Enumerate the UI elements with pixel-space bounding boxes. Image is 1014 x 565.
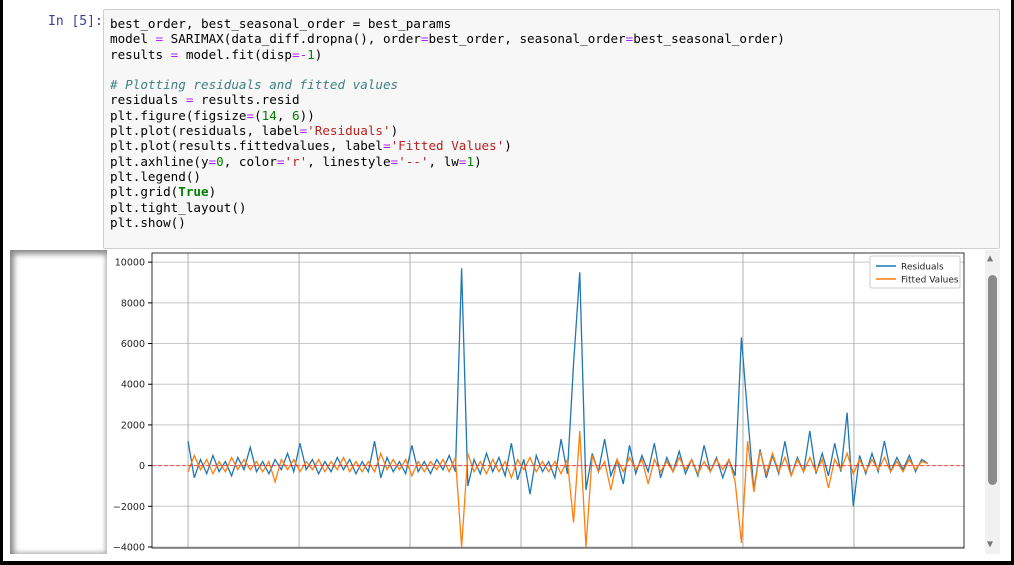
- code-token: True: [178, 184, 209, 200]
- code-token: =: [155, 31, 164, 47]
- code-token: best_order, best_seasonal_order: [110, 16, 353, 31]
- code-token: 0: [216, 153, 224, 169]
- code-token: plt.axhline(y: [110, 153, 209, 169]
- code-token: ): [208, 184, 217, 200]
- code-token: best_order, seasonal_order: [428, 31, 626, 47]
- y-tick-label: −4000: [113, 542, 145, 553]
- code-token: plt.figure(figsize: [110, 107, 247, 123]
- output-plot: 10000 8000 6000 4000 2000 0 −2000 −4000 Residual…: [107, 250, 985, 561]
- legend-label: Residuals: [901, 263, 944, 273]
- code-token: ): [314, 46, 323, 62]
- code-token: =: [382, 138, 391, 154]
- y-tick-label: 2000: [121, 420, 145, 431]
- code-token: best_params: [360, 16, 452, 31]
- code-token: 14: [261, 107, 277, 123]
- code-token: )): [299, 107, 315, 123]
- code-token: model.fit(disp: [178, 46, 292, 62]
- code-token: ): [390, 123, 399, 139]
- code-line: plt.figure(figsize=(14, 6)): [110, 108, 785, 123]
- code-token: plt.plot(residuals, label: [110, 123, 300, 139]
- code-token: plt.legend(): [110, 168, 201, 184]
- code-token: plt.plot(results.fittedvalues, label: [110, 138, 383, 154]
- code-line: model = SARIMAX(data_diff.dropna(), orde…: [110, 31, 785, 46]
- scrollbar-thumb[interactable]: [988, 275, 997, 485]
- output-scrollbar[interactable]: ▲ ▼: [985, 250, 1000, 554]
- y-tick-label: 4000: [121, 380, 145, 391]
- code-line: plt.plot(results.fittedvalues, label='Fi…: [110, 138, 785, 153]
- axes-frame: [151, 252, 965, 549]
- code-line: plt.tight_layout(): [110, 200, 785, 215]
- output-collapse-area[interactable]: [10, 250, 107, 554]
- code-line: plt.grid(True): [110, 184, 785, 199]
- notebook-page: In [5]: best_order, best_seasonal_order …: [3, 0, 1011, 561]
- code-token: model: [110, 31, 156, 47]
- code-token: =: [246, 107, 255, 123]
- code-token: residuals: [110, 92, 186, 108]
- y-tick-label: 8000: [121, 298, 145, 309]
- code-token: results: [110, 46, 171, 62]
- code-token: ,: [276, 107, 293, 123]
- code-line: plt.legend(): [110, 169, 785, 184]
- code-token: # Plotting residuals and fitted values: [110, 77, 399, 93]
- code-token: , color: [223, 153, 277, 169]
- scroll-up-icon[interactable]: ▲: [987, 254, 993, 264]
- code-line: results = model.fit(disp=-1): [110, 47, 785, 62]
- code-token: 6: [292, 107, 300, 123]
- code-token: plt.grid(: [110, 184, 179, 200]
- code-token: (: [254, 107, 262, 123]
- code-token: ): [474, 153, 482, 169]
- code-editor[interactable]: best_order, best_seasonal_order = best_p…: [110, 16, 785, 230]
- y-tick-label: 10000: [115, 258, 145, 269]
- cell-prompt: In [5]:: [48, 14, 103, 29]
- scroll-down-icon[interactable]: ▼: [987, 540, 993, 550]
- code-token: 'r': [284, 153, 308, 169]
- code-token: 'Residuals': [307, 123, 391, 139]
- code-token: ): [504, 138, 512, 154]
- code-token: 'Fitted Values': [390, 138, 505, 154]
- code-token: , lw: [428, 153, 459, 169]
- code-line: plt.axhline(y=0, color='r', linestyle='-…: [110, 154, 785, 169]
- code-token: 1: [466, 153, 475, 169]
- code-line: plt.show(): [110, 215, 785, 230]
- residuals-chart: 10000 8000 6000 4000 2000 0 −2000 −4000 Residual…: [113, 252, 965, 553]
- code-cell[interactable]: best_order, best_seasonal_order = best_p…: [103, 9, 1000, 249]
- code-token: plt.tight_layout(): [110, 199, 247, 215]
- code-token: plt.show(): [110, 214, 186, 230]
- code-token: SARIMAX(data_diff.dropna(), order: [163, 31, 421, 47]
- code-token: 1: [307, 46, 315, 62]
- y-tick-label: −2000: [113, 502, 145, 513]
- code-line: best_order, best_seasonal_order = best_p…: [110, 16, 785, 31]
- code-token: best_seasonal_order): [633, 31, 785, 47]
- legend-label: Fitted Values: [901, 276, 959, 286]
- code-token: =-: [292, 46, 308, 62]
- code-line: # Plotting residuals and fitted values: [110, 77, 785, 92]
- code-token: , linestyle: [307, 153, 391, 169]
- code-line: residuals = results.resid: [110, 92, 785, 107]
- code-token: '--': [398, 153, 429, 169]
- y-tick-label: 0: [139, 461, 145, 472]
- code-line: plt.plot(residuals, label='Residuals'): [110, 123, 785, 138]
- code-token: results.resid: [193, 92, 300, 108]
- y-tick-label: 6000: [121, 339, 145, 350]
